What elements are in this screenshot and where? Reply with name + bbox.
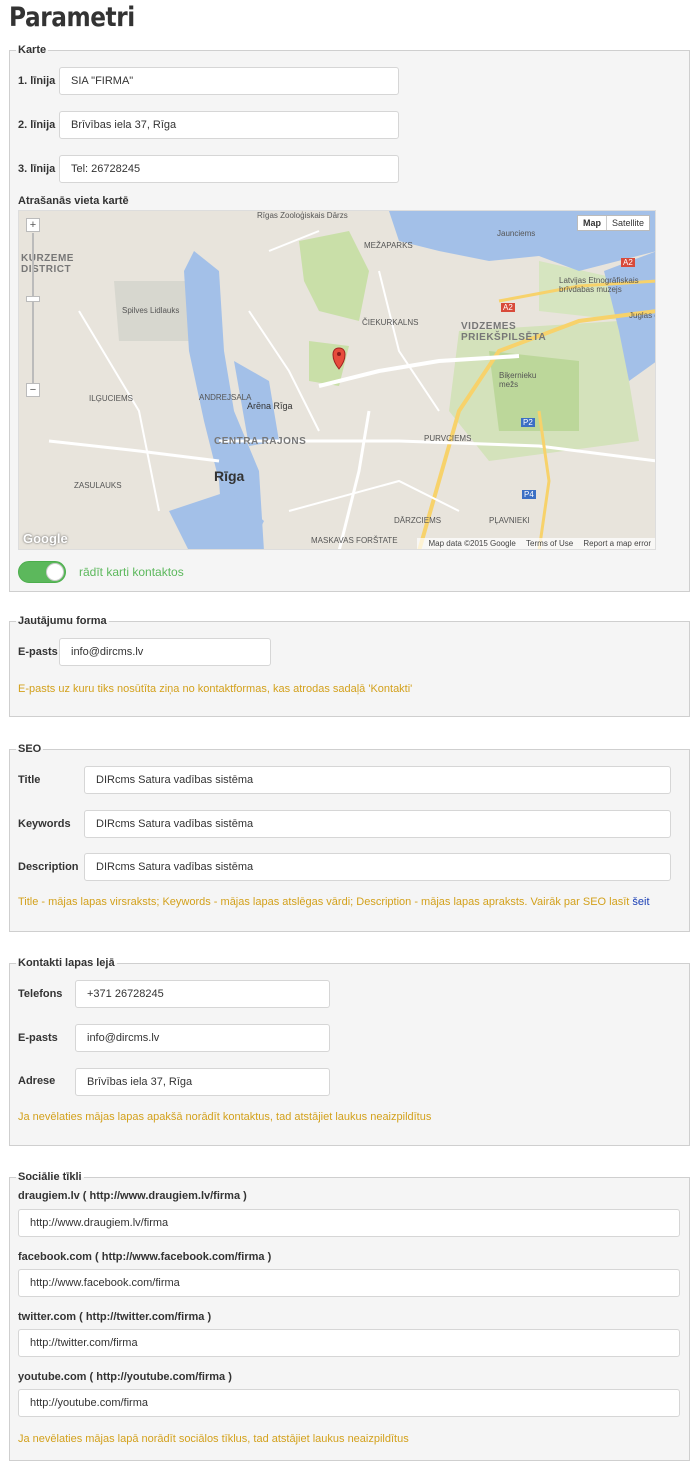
zoom-slider-handle[interactable]: [26, 296, 40, 302]
line3-input[interactable]: [59, 155, 399, 183]
question-form-legend: Jautājumu forma: [18, 615, 107, 627]
map-label-maskavas: MASKAVAS FORŠTATE: [311, 536, 398, 545]
seo-note-text: Title - mājas lapas virsraksts; Keywords…: [18, 896, 633, 908]
map-type-satellite-button[interactable]: Satellite: [607, 216, 649, 230]
map-data-text: Map data ©2015 Google: [428, 539, 516, 548]
page-title: Parametri: [9, 2, 135, 33]
map-location-label: Atrašanās vieta kartē: [18, 195, 129, 207]
map-label-lidlauks: Spilves Lidlauks: [122, 306, 180, 315]
line2-input[interactable]: [59, 111, 399, 139]
zoom-out-button[interactable]: −: [26, 383, 40, 397]
form-note: E-pasts uz kuru tiks nosūtīta ziņa no ko…: [18, 683, 413, 695]
toggle-knob: [46, 563, 64, 581]
show-map-toggle[interactable]: [18, 561, 66, 583]
seo-note: Title - mājas lapas virsraksts; Keywords…: [18, 896, 650, 908]
map-label-vidzemes: VIDZEMES PRIEKŠPILSĒTA: [461, 321, 547, 343]
seo-description-label: Description: [18, 861, 79, 873]
seo-title-label: Title: [18, 774, 41, 786]
line2-label: 2. līnija: [18, 119, 56, 131]
show-map-toggle-label[interactable]: rādīt karti kontaktos: [79, 565, 184, 579]
contacts-email-label: E-pasts: [18, 1032, 58, 1044]
zoom-in-button[interactable]: +: [26, 218, 40, 232]
question-form-section: Jautājumu forma: [9, 615, 690, 717]
location-map[interactable]: Rīgas Zooloģiskais Dārzs Jaunciems KURZE…: [18, 210, 656, 550]
contacts-address-label: Adrese: [18, 1075, 56, 1087]
social-legend: Sociālie tīkli: [18, 1171, 82, 1183]
form-email-input[interactable]: [59, 638, 271, 666]
map-label-etno: Latvijas Etnogrāfiskais brīvdabas muzejs: [559, 276, 639, 294]
seo-description-input[interactable]: [84, 853, 671, 881]
map-label-arena: Arēna Rīga: [247, 401, 293, 411]
map-label-zasulauks: ZASULAUKS: [74, 481, 122, 490]
seo-legend: SEO: [18, 743, 42, 755]
seo-keywords-input[interactable]: [84, 810, 671, 838]
seo-keywords-label: Keywords: [18, 818, 71, 830]
map-road-p4: P4: [522, 490, 536, 499]
youtube-input[interactable]: [18, 1389, 680, 1417]
form-email-label: E-pasts: [18, 646, 58, 658]
contacts-email-input[interactable]: [75, 1024, 330, 1052]
draugiem-input[interactable]: [18, 1209, 680, 1237]
map-label-darzciems: DĀRZCIEMS: [394, 516, 442, 525]
google-logo: Google: [23, 531, 68, 546]
map-road-a2: A2: [501, 303, 515, 312]
seo-title-input[interactable]: [84, 766, 671, 794]
zoom-control: + −: [26, 218, 42, 398]
map-label-bikernieku: Biķernieku mežs: [499, 371, 537, 389]
seo-read-more-link[interactable]: šeit: [632, 896, 649, 908]
facebook-input[interactable]: [18, 1269, 680, 1297]
map-label-mezaparks: MEŽAPARKS: [364, 241, 413, 250]
draugiem-label: draugiem.lv ( http://www.draugiem.lv/fir…: [18, 1190, 247, 1202]
map-label-zoo: Rīgas Zooloģiskais Dārzs: [257, 211, 348, 220]
map-label-ilguciems: ILĢUCIEMS: [89, 394, 134, 403]
map-road-p2: P2: [521, 418, 535, 427]
twitter-input[interactable]: [18, 1329, 680, 1357]
youtube-label: youtube.com ( http://youtube.com/firma ): [18, 1371, 232, 1383]
zoom-slider-track[interactable]: [32, 233, 34, 383]
line3-label: 3. līnija: [18, 163, 56, 175]
contacts-address-input[interactable]: [75, 1068, 330, 1096]
contacts-phone-label: Telefons: [18, 988, 63, 1000]
terms-link[interactable]: Terms of Use: [526, 539, 573, 548]
contacts-note: Ja nevēlaties mājas lapas apakšā norādīt…: [18, 1111, 432, 1123]
line1-label: 1. līnija: [18, 75, 56, 87]
map-label-ciekurkalns: ČIEKURKALNS: [362, 318, 419, 327]
facebook-label: facebook.com ( http://www.facebook.com/f…: [18, 1251, 272, 1263]
map-label-centra: CENTRA RAJONS: [214, 436, 307, 447]
twitter-label: twitter.com ( http://twitter.com/firma ): [18, 1311, 212, 1323]
map-label-jaunciems: Jaunciems: [497, 229, 536, 238]
map-label-juglas: Juglas ez.: [629, 311, 655, 320]
map-type-control: Map Satellite: [576, 215, 650, 231]
map-type-map-button[interactable]: Map: [578, 216, 607, 230]
map-label-riga: Rīga: [214, 468, 245, 484]
contacts-phone-input[interactable]: [75, 980, 330, 1008]
map-label-andrejsala: ANDREJSALA: [199, 393, 252, 402]
map-label-purvciems: PURVCIEMS: [424, 434, 472, 443]
map-canvas[interactable]: [19, 211, 656, 550]
map-label-plavnieki: PĻAVNIEKI: [489, 516, 530, 525]
map-road-a2-right: A2: [621, 258, 635, 267]
karte-legend: Karte: [18, 44, 47, 56]
social-note: Ja nevēlaties mājas lapā norādīt sociālo…: [18, 1433, 409, 1445]
contacts-legend: Kontakti lapas lejā: [18, 957, 115, 969]
line1-input[interactable]: [59, 67, 399, 95]
report-error-link[interactable]: Report a map error: [583, 539, 651, 548]
map-footer: Map data ©2015 Google Terms of Use Repor…: [416, 538, 655, 549]
